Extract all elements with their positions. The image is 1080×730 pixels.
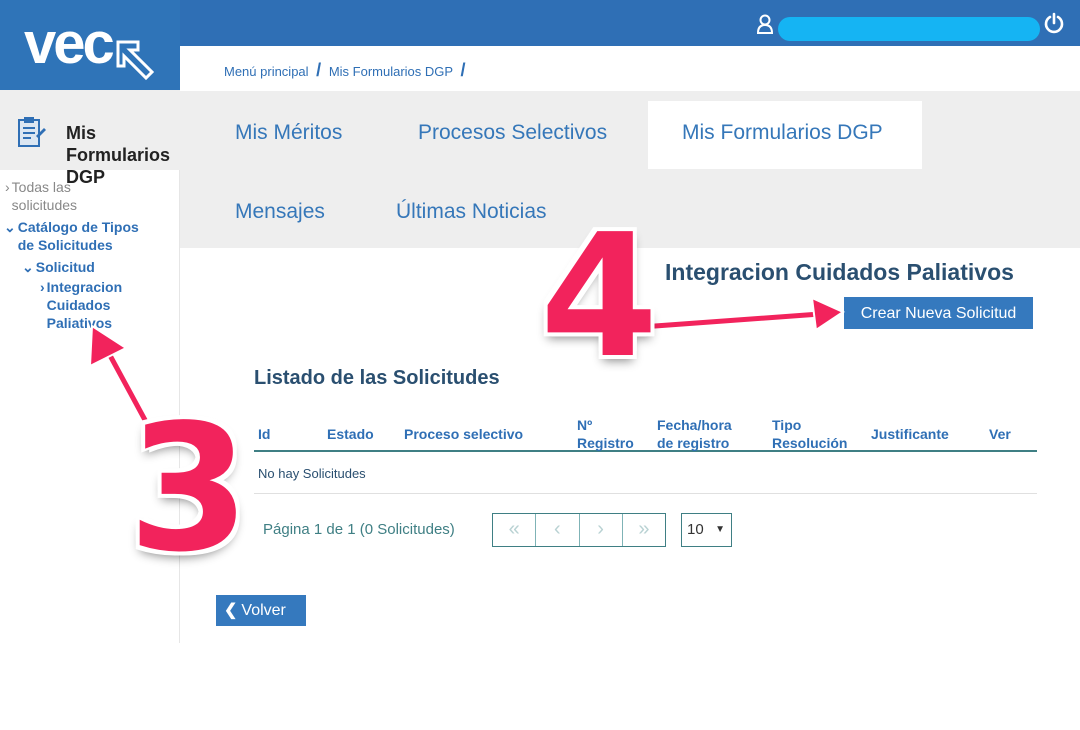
annotation-step-4: 4 (540, 198, 659, 396)
annotation-step-3: 3 (128, 388, 250, 591)
arrow-to-create-button (650, 296, 846, 332)
